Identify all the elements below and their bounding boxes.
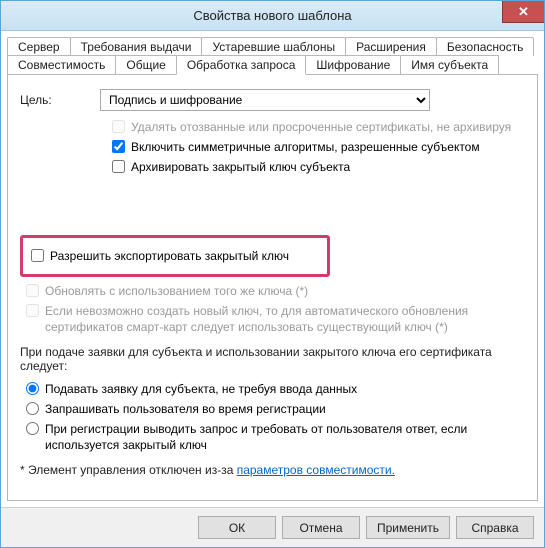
tab-server[interactable]: Сервер [7,37,71,56]
check-allow-export-label: Разрешить экспортировать закрытый ключ [50,248,289,264]
radio-silent-row: Подавать заявку для субъекта, не требуя … [26,381,525,397]
tab-page-request-handling: Цель: Подпись и шифрование Удалять отозв… [7,74,538,501]
tabs: Сервер Требования выдачи Устаревшие шабл… [1,31,544,75]
check-allow-export[interactable] [31,249,44,262]
tab-cryptography[interactable]: Шифрование [305,55,401,75]
check-renew-same [26,284,39,297]
purpose-label: Цель: [20,93,100,107]
titlebar: Свойства нового шаблона ✕ [1,1,544,31]
tab-request-handling[interactable]: Обработка запроса [176,55,307,75]
check-use-existing-label: Если невозможно создать новый ключ, то д… [45,303,505,335]
check-use-existing [26,304,39,317]
check-renew-same-label: Обновлять с использованием того же ключа… [45,283,308,299]
footnote-prefix: * Элемент управления отключен из-за [20,463,237,477]
tab-extensions[interactable]: Расширения [345,37,437,56]
apply-button[interactable]: Применить [366,516,450,539]
cancel-button[interactable]: Отмена [282,516,360,539]
behavior-heading: При подаче заявки для субъекта и использ… [20,345,525,373]
tab-subject-name[interactable]: Имя субъекта [400,55,499,75]
check-archive-key-label: Архивировать закрытый ключ субъекта [131,159,350,175]
check-delete-revoked [112,120,125,133]
check-archive-key[interactable] [112,160,125,173]
tab-compatibility[interactable]: Совместимость [7,55,116,75]
check-delete-revoked-row: Удалять отозванные или просроченные серт… [112,119,525,135]
tab-general[interactable]: Общие [115,55,176,75]
check-allow-export-row: Разрешить экспортировать закрытый ключ [31,248,319,264]
radio-silent-label: Подавать заявку для субъекта, не требуя … [45,381,357,397]
ok-button[interactable]: ОК [198,516,276,539]
radio-prompt-label: Запрашивать пользователя во время регист… [45,401,326,417]
check-renew-same-row: Обновлять с использованием того же ключа… [26,283,525,299]
check-include-sym[interactable] [112,140,125,153]
radio-prompt-row: Запрашивать пользователя во время регист… [26,401,525,417]
radio-prompt-key-label: При регистрации выводить запрос и требов… [45,421,505,453]
check-include-sym-row: Включить симметричные алгоритмы, разреше… [112,139,525,155]
button-bar: ОК Отмена Применить Справка [1,507,544,547]
radio-silent[interactable] [26,382,39,395]
check-archive-key-row: Архивировать закрытый ключ субъекта [112,159,525,175]
check-delete-revoked-label: Удалять отозванные или просроченные серт… [131,119,511,135]
check-include-sym-label: Включить симметричные алгоритмы, разреше… [131,139,480,155]
tab-superseded-templates[interactable]: Устаревшие шаблоны [201,37,346,56]
purpose-select[interactable]: Подпись и шифрование [100,89,430,111]
check-use-existing-row: Если невозможно создать новый ключ, то д… [26,303,525,335]
compatibility-link[interactable]: параметров совместимости. [237,463,395,477]
dialog-window: Свойства нового шаблона ✕ Сервер Требова… [0,0,545,548]
close-button[interactable]: ✕ [502,1,544,23]
footnote: * Элемент управления отключен из-за пара… [20,463,525,477]
tab-security[interactable]: Безопасность [436,37,535,56]
radio-prompt-key[interactable] [26,422,39,435]
radio-prompt[interactable] [26,402,39,415]
window-title: Свойства нового шаблона [193,8,351,23]
tab-issuance-requirements[interactable]: Требования выдачи [70,37,203,56]
highlighted-option: Разрешить экспортировать закрытый ключ [20,235,330,277]
radio-prompt-key-row: При регистрации выводить запрос и требов… [26,421,525,453]
help-button[interactable]: Справка [456,516,534,539]
